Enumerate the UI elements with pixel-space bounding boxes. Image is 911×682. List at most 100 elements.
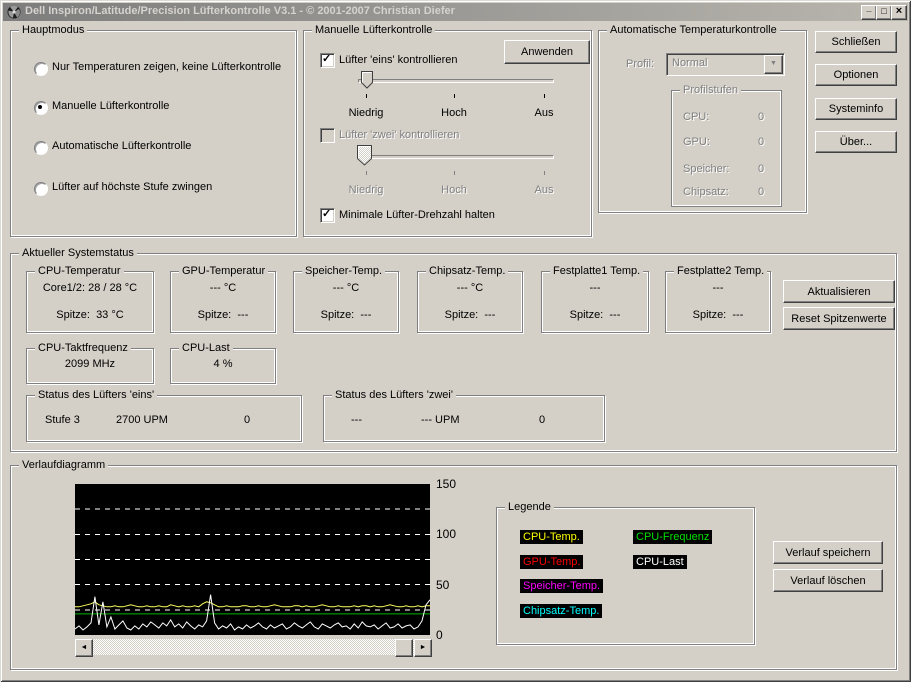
fan2-status-box: Status des Lüfters 'zwei' --- --- UPM 0 [323, 388, 605, 442]
festplatte1-temp-box: Festplatte1 Temp. --- Spitze: --- [541, 264, 649, 333]
group-auto-title: Automatische Temperaturkontrolle [607, 23, 780, 37]
min-rpm-checkbox[interactable] [320, 207, 335, 223]
anwenden-button[interactable]: Anwenden [504, 40, 590, 64]
close-icon: × [895, 5, 903, 17]
speicher-temp-peak-label: Spitze: [320, 309, 355, 321]
festplatte2-temp-box-title: Festplatte2 Temp. [674, 264, 768, 278]
aktualisieren-button[interactable]: Aktualisieren [783, 280, 895, 303]
fan-app-icon [7, 5, 21, 19]
cpu-freq-box: CPU-Taktfrequenz 2099 MHz [26, 341, 154, 384]
festplatte2-peak-label: Spitze: [692, 309, 727, 321]
group-legende-title: Legende [505, 500, 554, 514]
scroll-right-button[interactable]: ► [414, 639, 432, 657]
cpu-temp-peak-value: 33 °C [96, 309, 124, 321]
chipsatz-temp-peak-value: --- [484, 309, 496, 321]
stufen-chipsatz-value: 0 [758, 186, 765, 198]
profil-dropdown: Normal ▼ [666, 53, 785, 76]
stufen-gpu-label: GPU: [683, 136, 710, 148]
scroll-left-button[interactable]: ◄ [75, 639, 93, 657]
fan1-status-box-title: Status des Lüfters 'eins' [35, 388, 158, 402]
group-verlauf-title: Verlaufdiagramm [19, 458, 109, 472]
fan2-slider-tick-high [454, 171, 455, 175]
fan1-slider-thumb[interactable] [361, 71, 373, 89]
festplatte1-peak-label: Spitze: [569, 309, 604, 321]
stufen-chipsatz-label: Chipsatz: [683, 186, 729, 198]
gpu-temp-box: GPU-Temperatur --- °C Spitze: --- [170, 264, 276, 333]
festplatte1-temp-box-title: Festplatte1 Temp. [550, 264, 644, 278]
fan2-checkbox [320, 128, 335, 143]
fan2-slider-label-high: Hoch [441, 184, 467, 196]
schliessen-button[interactable]: Schließen [815, 31, 897, 53]
maximize-button[interactable]: □ [876, 5, 892, 20]
minimize-button[interactable]: _ [861, 3, 877, 20]
systeminfo-button[interactable]: Systeminfo [815, 98, 897, 120]
window-title: Dell Inspiron/Latitude/Precision Lüfterk… [25, 5, 455, 17]
festplatte1-peak-value: --- [609, 309, 621, 321]
stufen-gpu-value: 0 [758, 136, 765, 148]
maximize-icon: □ [881, 6, 887, 16]
legend-cpu-frequenz: CPU-Frequenz [633, 530, 713, 544]
speicher-temp-box-title: Speicher-Temp. [302, 264, 386, 278]
reset-spitzenwerte-button[interactable]: Reset Spitzenwerte [783, 307, 895, 330]
verlauf-speichern-button[interactable]: Verlauf speichern [773, 541, 883, 564]
gpu-temp-box-title: GPU-Temperatur [179, 264, 269, 278]
radio-manual[interactable] [34, 101, 48, 115]
legend-cpu-temp: CPU-Temp. [520, 530, 583, 544]
cpu-temp-peak-label: Spitze: [56, 309, 90, 321]
radio-max-speed[interactable] [34, 182, 48, 196]
legend-gpu-temp: GPU-Temp. [520, 555, 584, 569]
fan1-slider-label-low: Niedrig [348, 107, 384, 119]
fan1-count: 0 [244, 414, 251, 426]
group-status-title: Aktueller Systemstatus [19, 246, 137, 260]
radio-temps-only[interactable] [34, 62, 48, 76]
group-profilstufen-title: Profilstufen [680, 83, 742, 97]
festplatte1-temp-value: --- [589, 282, 601, 294]
minimize-icon: _ [866, 3, 872, 13]
history-chart [74, 484, 431, 635]
radio-automatic[interactable] [34, 141, 48, 155]
cpu-freq-box-title: CPU-Taktfrequenz [35, 341, 131, 355]
cpu-temp-box-title: CPU-Temperatur [35, 264, 124, 278]
stufen-speicher-value: 0 [758, 163, 765, 175]
fan2-stage: --- [351, 414, 362, 426]
stufen-cpu-label: CPU: [683, 111, 710, 123]
chart-y-axis: 0 50 100 150 [436, 477, 457, 642]
scrollbar-thumb[interactable] [395, 639, 413, 657]
gpu-temp-peak-label: Spitze: [197, 309, 232, 321]
radio-manual-label: Manuelle Lüfterkontrolle [52, 100, 170, 112]
stufen-cpu-value: 0 [758, 111, 765, 123]
fan1-checkbox[interactable] [320, 52, 335, 68]
cpu-load-box-title: CPU-Last [179, 341, 233, 355]
optionen-button[interactable]: Optionen [815, 64, 897, 86]
verlauf-loeschen-button[interactable]: Verlauf löschen [773, 569, 883, 592]
legend-cpu-last: CPU-Last [633, 555, 687, 569]
title-bar: Dell Inspiron/Latitude/Precision Lüfterk… [3, 3, 908, 21]
fan1-slider-track[interactable] [358, 79, 554, 83]
speicher-temp-box: Speicher-Temp. --- °C Spitze: --- [293, 264, 399, 333]
group-legende: Legende CPU-Temp. CPU-Frequenz GPU-Temp.… [496, 500, 755, 645]
chart-scrollbar[interactable]: ◄ ► [75, 639, 432, 657]
fan1-checkbox-label: Lüfter 'eins' kontrollieren [339, 54, 458, 66]
fan2-slider-thumb [357, 145, 372, 166]
fan1-slider-label-off: Aus [534, 107, 554, 119]
chipsatz-temp-box: Chipsatz-Temp. --- °C Spitze: --- [417, 264, 523, 333]
fan1-status-box: Status des Lüfters 'eins' Stufe 3 2700 U… [26, 388, 302, 442]
festplatte2-peak-value: --- [732, 309, 744, 321]
speicher-temp-peak-value: --- [360, 309, 372, 321]
history-chart-svg [74, 508, 431, 631]
fan2-checkbox-label: Lüfter 'zwei' kontrollieren [339, 129, 460, 141]
festplatte2-temp-value: --- [712, 282, 724, 294]
gpu-temp-value: --- °C [209, 282, 237, 294]
gpu-temp-peak-value: --- [237, 309, 249, 321]
ueber-button[interactable]: Über... [815, 131, 897, 153]
chipsatz-temp-peak-label: Spitze: [444, 309, 479, 321]
fan2-slider-tick-low [366, 171, 367, 175]
close-button[interactable]: × [891, 5, 907, 20]
fan1-stage: Stufe 3 [45, 414, 80, 426]
group-hauptmodus-title: Hauptmodus [19, 23, 88, 37]
arrow-left-icon: ◄ [80, 644, 88, 651]
cpu-load-box: CPU-Last 4 % [170, 341, 276, 384]
legend-speicher-temp: Speicher-Temp. [520, 579, 604, 593]
radio-temps-only-label: Nur Temperaturen zeigen, keine Lüfterkon… [52, 61, 282, 73]
fan1-slider-tick-low [366, 94, 367, 98]
